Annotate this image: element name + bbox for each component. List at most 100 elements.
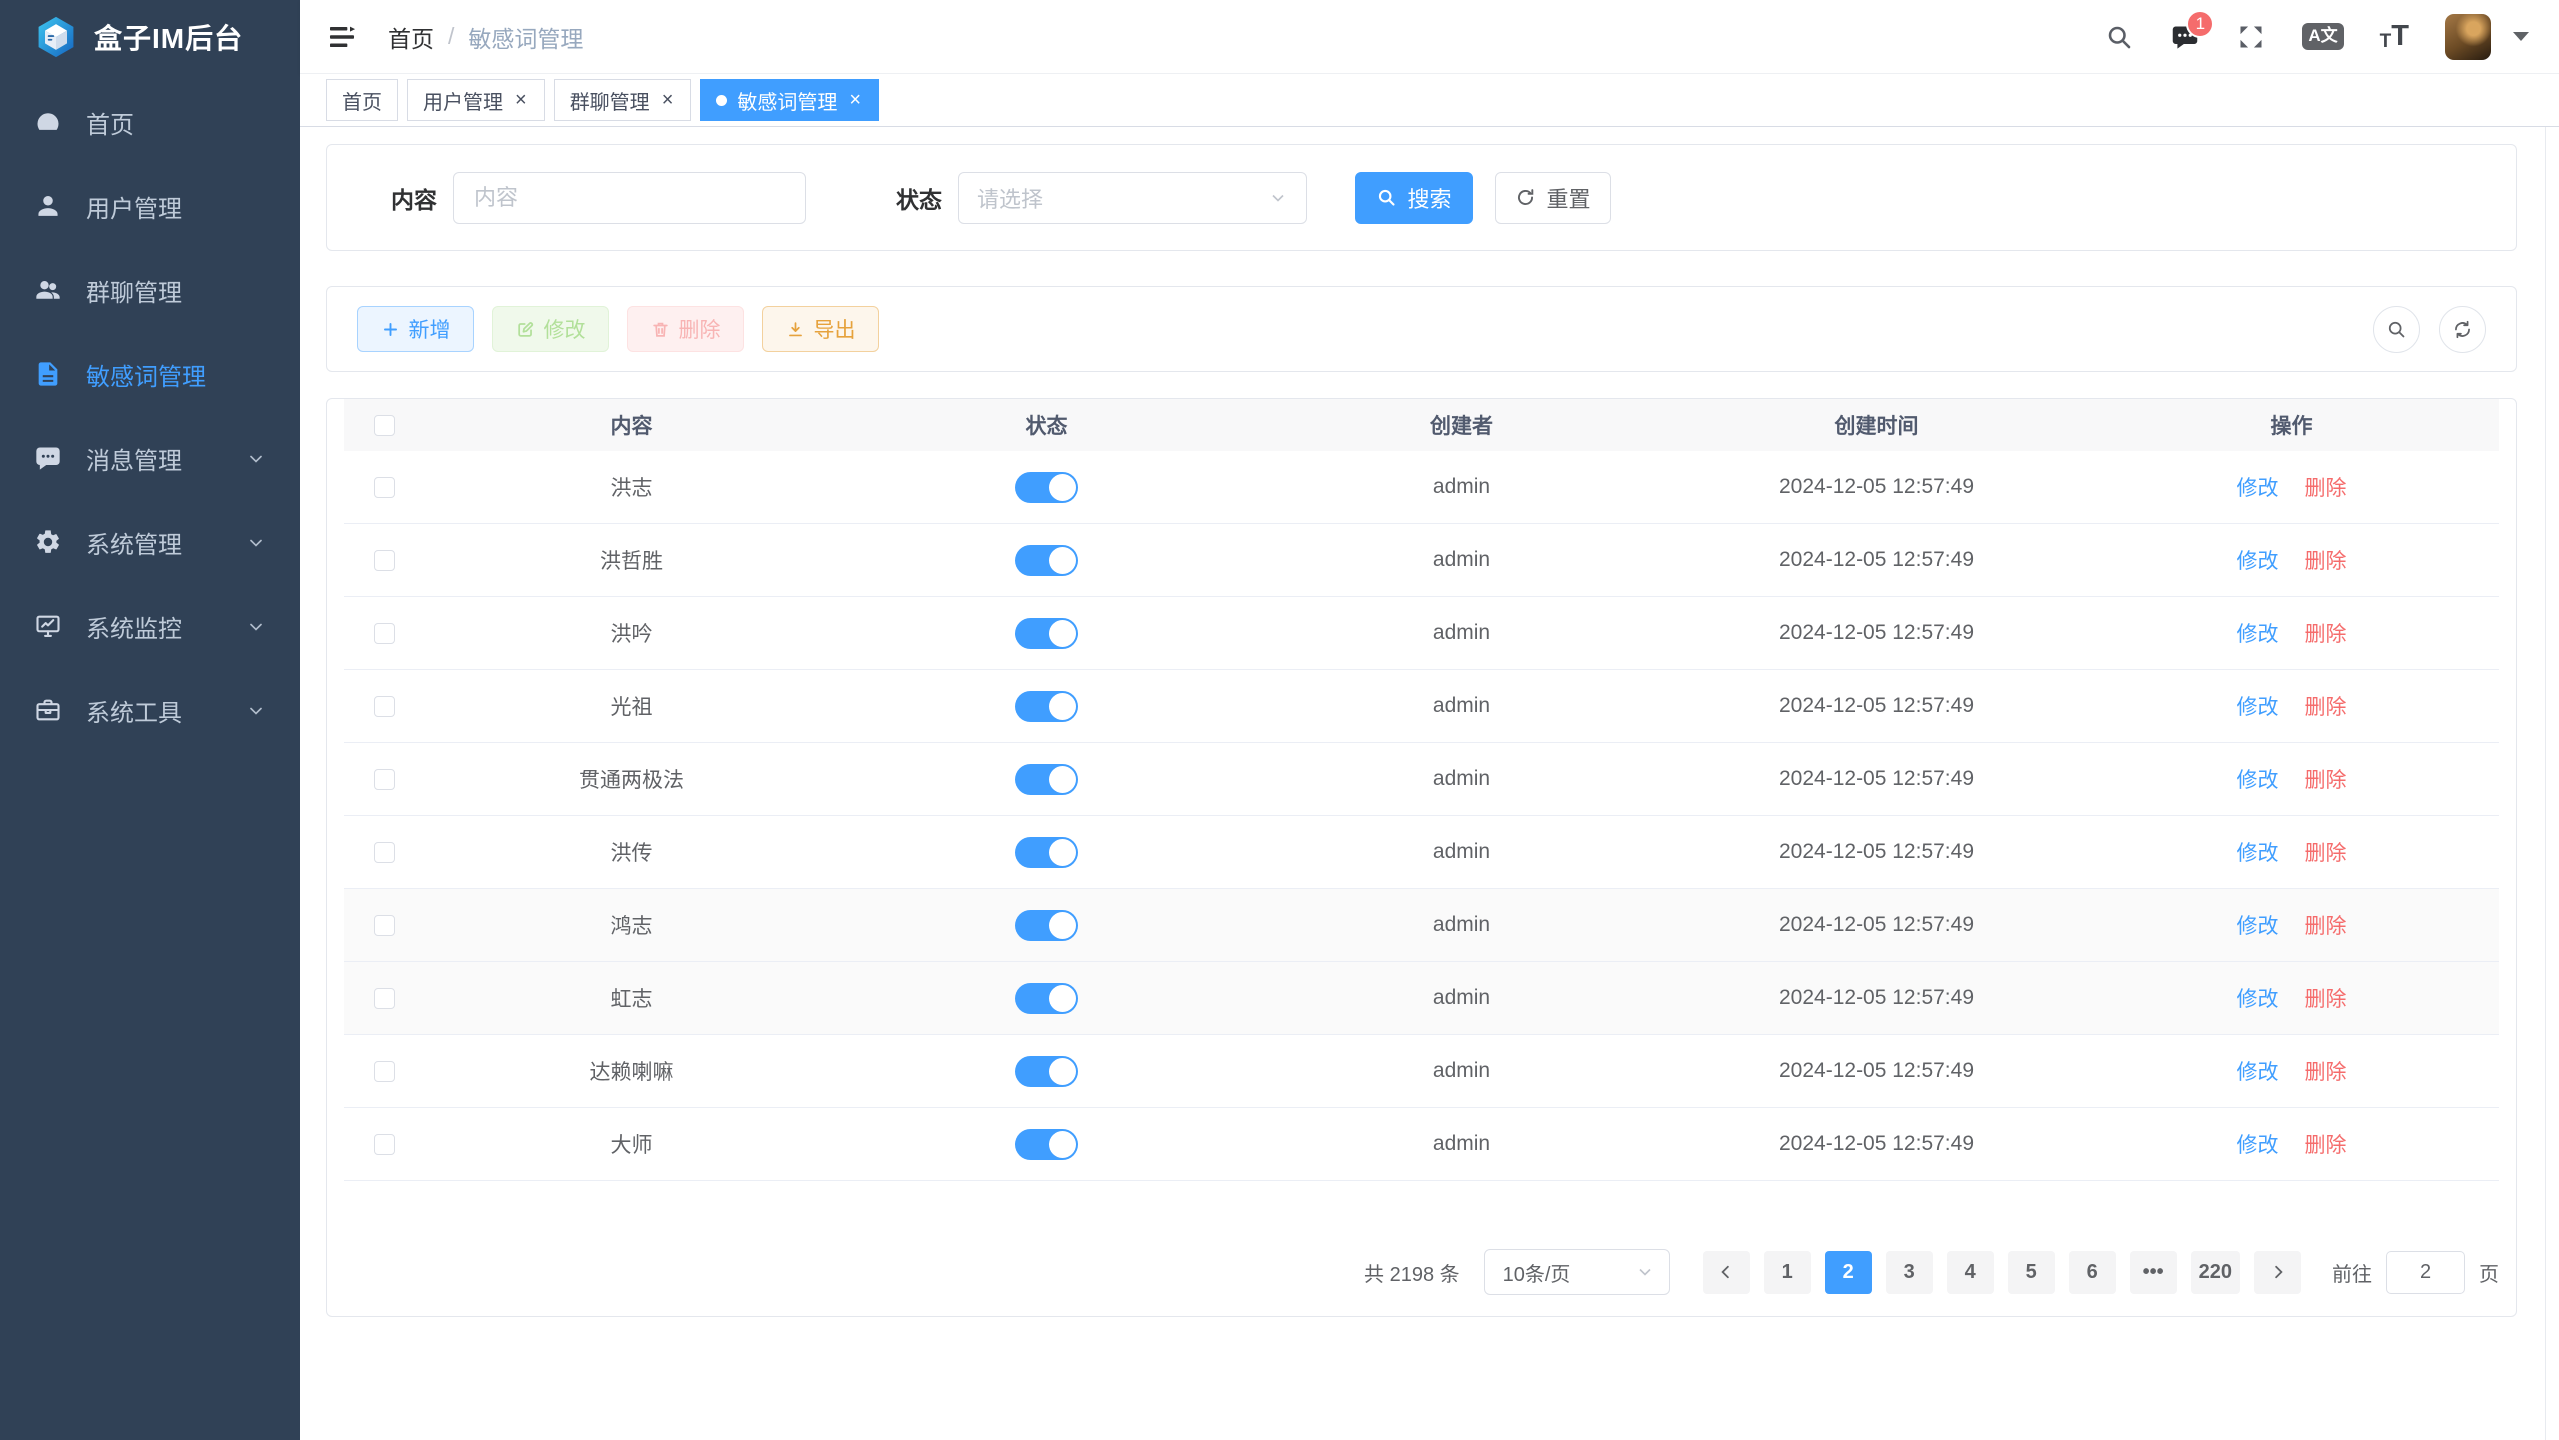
goto-page: 前往 页 xyxy=(2332,1251,2499,1294)
row-delete-link[interactable]: 删除 xyxy=(2305,1061,2347,1084)
goto-page-input[interactable] xyxy=(2386,1251,2465,1294)
page-button-2[interactable]: 2 xyxy=(1825,1251,1872,1294)
edit-button[interactable]: 修改 xyxy=(492,306,609,352)
row-edit-link[interactable]: 修改 xyxy=(2237,550,2279,573)
sidebar-item-用户管理[interactable]: 用户管理 xyxy=(0,164,300,248)
status-toggle[interactable] xyxy=(1015,691,1078,722)
refresh-icon xyxy=(1515,187,1536,208)
search-button[interactable]: 搜索 xyxy=(1355,172,1473,224)
status-toggle[interactable] xyxy=(1015,983,1078,1014)
avatar[interactable] xyxy=(2445,14,2491,60)
next-page-icon[interactable] xyxy=(2254,1251,2301,1294)
search-icon[interactable] xyxy=(2104,22,2134,52)
messages-icon[interactable]: 1 xyxy=(2170,22,2200,52)
status-toggle[interactable] xyxy=(1015,910,1078,941)
sidebar-item-系统管理[interactable]: 系统管理 xyxy=(0,500,300,584)
row-edit-link[interactable]: 修改 xyxy=(2237,623,2279,646)
scrollbar-track[interactable] xyxy=(2545,127,2546,1440)
sidebar-item-首页[interactable]: 首页 xyxy=(0,80,300,164)
row-edit-link[interactable]: 修改 xyxy=(2237,477,2279,500)
select-all-checkbox[interactable] xyxy=(374,415,395,436)
document-icon xyxy=(34,360,62,388)
table-search-icon[interactable] xyxy=(2373,306,2420,353)
row-delete-link[interactable]: 删除 xyxy=(2305,477,2347,500)
page-button-3[interactable]: 3 xyxy=(1886,1251,1933,1294)
page-button-6[interactable]: 6 xyxy=(2069,1251,2116,1294)
status-filter-select[interactable]: 请选择 xyxy=(958,172,1307,224)
translate-icon[interactable]: A文 xyxy=(2302,23,2343,49)
table-row: 洪传admin2024-12-05 12:57:49修改删除 xyxy=(344,816,2499,889)
page-button-220[interactable]: 220 xyxy=(2191,1251,2240,1294)
close-icon[interactable]: × xyxy=(660,90,676,110)
page-ellipsis[interactable]: ••• xyxy=(2130,1251,2177,1294)
add-button[interactable]: 新增 xyxy=(357,306,474,352)
status-toggle[interactable] xyxy=(1015,1056,1078,1087)
row-delete-link[interactable]: 删除 xyxy=(2305,988,2347,1011)
content-filter-input[interactable] xyxy=(453,172,806,224)
row-delete-link[interactable]: 删除 xyxy=(2305,1134,2347,1157)
row-checkbox[interactable] xyxy=(374,1134,395,1155)
row-edit-link[interactable]: 修改 xyxy=(2237,915,2279,938)
row-checkbox[interactable] xyxy=(374,550,395,571)
table-refresh-icon[interactable] xyxy=(2439,306,2486,353)
row-edit-link[interactable]: 修改 xyxy=(2237,696,2279,719)
row-checkbox[interactable] xyxy=(374,842,395,863)
reset-button[interactable]: 重置 xyxy=(1495,172,1611,224)
status-filter-label: 状态 xyxy=(896,181,942,215)
chevron-down-icon[interactable] xyxy=(2513,32,2529,41)
sidebar-item-群聊管理[interactable]: 群聊管理 xyxy=(0,248,300,332)
row-checkbox[interactable] xyxy=(374,477,395,498)
actions-cell: 修改 删除 xyxy=(2084,691,2499,721)
row-checkbox[interactable] xyxy=(374,623,395,644)
row-checkbox[interactable] xyxy=(374,1061,395,1082)
row-edit-link[interactable]: 修改 xyxy=(2237,1061,2279,1084)
row-delete-link[interactable]: 删除 xyxy=(2305,623,2347,646)
prev-page-icon[interactable] xyxy=(1703,1251,1750,1294)
row-checkbox[interactable] xyxy=(374,696,395,717)
row-checkbox[interactable] xyxy=(374,769,395,790)
close-icon[interactable]: × xyxy=(513,90,529,110)
row-delete-link[interactable]: 删除 xyxy=(2305,696,2347,719)
row-delete-link[interactable]: 删除 xyxy=(2305,842,2347,865)
fontsize-icon[interactable]: TT xyxy=(2380,22,2409,51)
status-toggle[interactable] xyxy=(1015,618,1078,649)
sidebar-item-系统监控[interactable]: 系统监控 xyxy=(0,584,300,668)
created-time-cell: 2024-12-05 12:57:49 xyxy=(1669,694,2084,718)
tab-敏感词管理[interactable]: 敏感词管理× xyxy=(700,79,879,121)
row-edit-link[interactable]: 修改 xyxy=(2237,1134,2279,1157)
status-toggle[interactable] xyxy=(1015,1129,1078,1160)
page-button-1[interactable]: 1 xyxy=(1764,1251,1811,1294)
page-button-4[interactable]: 4 xyxy=(1947,1251,1994,1294)
row-edit-link[interactable]: 修改 xyxy=(2237,842,2279,865)
fullscreen-icon[interactable] xyxy=(2236,22,2266,52)
tab-用户管理[interactable]: 用户管理× xyxy=(407,79,545,121)
created-time-cell: 2024-12-05 12:57:49 xyxy=(1669,1132,2084,1156)
sidebar-item-消息管理[interactable]: 消息管理 xyxy=(0,416,300,500)
row-edit-link[interactable]: 修改 xyxy=(2237,769,2279,792)
sidebar-item-敏感词管理[interactable]: 敏感词管理 xyxy=(0,332,300,416)
sidebar-collapse-icon[interactable] xyxy=(326,21,358,53)
export-button[interactable]: 导出 xyxy=(762,306,879,352)
delete-button[interactable]: 删除 xyxy=(627,306,744,352)
row-delete-link[interactable]: 删除 xyxy=(2305,915,2347,938)
row-delete-link[interactable]: 删除 xyxy=(2305,769,2347,792)
row-delete-link[interactable]: 删除 xyxy=(2305,550,2347,573)
sidebar-item-系统工具[interactable]: 系统工具 xyxy=(0,668,300,752)
status-toggle[interactable] xyxy=(1015,837,1078,868)
row-edit-link[interactable]: 修改 xyxy=(2237,988,2279,1011)
status-toggle[interactable] xyxy=(1015,545,1078,576)
status-cell xyxy=(839,910,1254,941)
row-checkbox[interactable] xyxy=(374,988,395,1009)
breadcrumb-home[interactable]: 首页 xyxy=(388,20,434,54)
status-toggle[interactable] xyxy=(1015,472,1078,503)
sidebar-menu: 首页用户管理群聊管理敏感词管理消息管理系统管理系统监控系统工具 xyxy=(0,74,300,752)
chevron-down-icon xyxy=(246,448,266,468)
page-button-5[interactable]: 5 xyxy=(2008,1251,2055,1294)
page-size-select[interactable]: 10条/页 xyxy=(1484,1249,1670,1295)
status-toggle[interactable] xyxy=(1015,764,1078,795)
pagination: 共 2198 条 10条/页 123456•••220 xyxy=(344,1249,2499,1295)
tab-群聊管理[interactable]: 群聊管理× xyxy=(554,79,692,121)
tab-首页[interactable]: 首页 xyxy=(326,79,398,121)
row-checkbox[interactable] xyxy=(374,915,395,936)
close-icon[interactable]: × xyxy=(847,90,863,110)
